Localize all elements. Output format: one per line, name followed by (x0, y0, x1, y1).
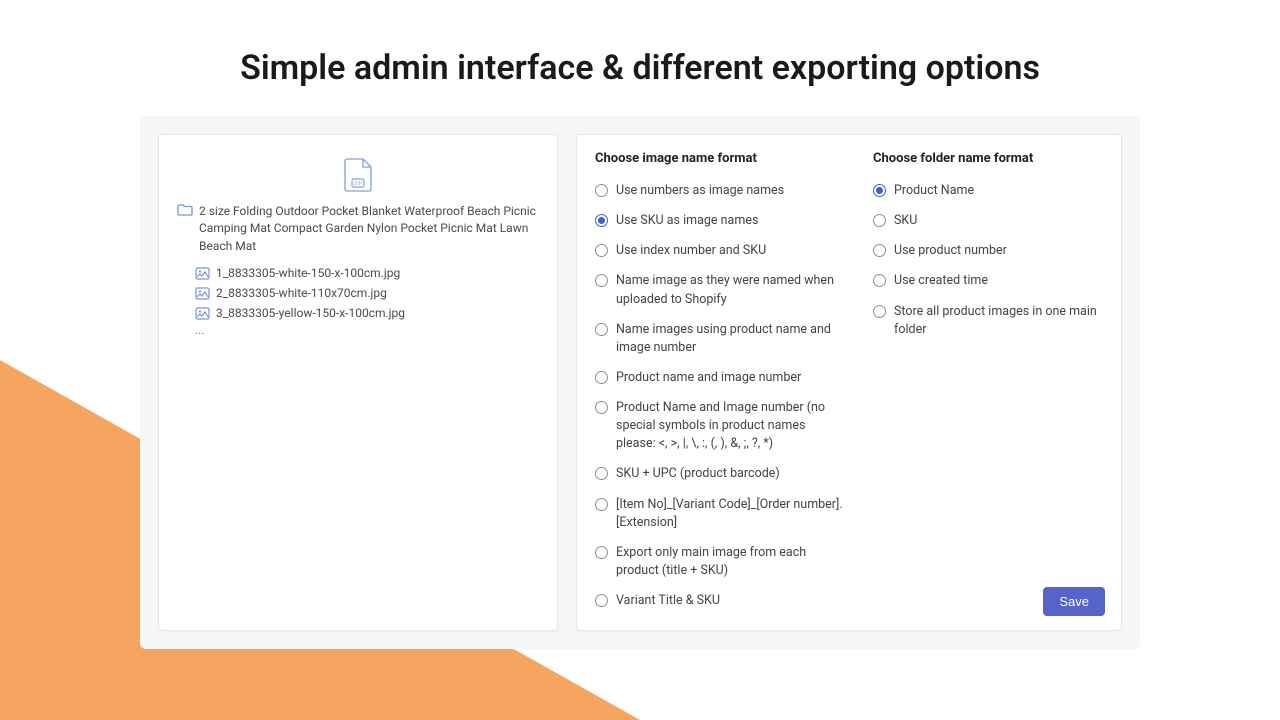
radio-label: Product Name and Image number (no specia… (616, 399, 847, 453)
radio-indicator (873, 274, 886, 287)
image-format-column: Choose image name format Use numbers as … (595, 151, 847, 616)
folder-format-heading: Choose folder name format (873, 151, 1103, 166)
radio-label: Product name and image number (616, 369, 801, 387)
file-list: 1_8833305-white-150-x-100cm.jpg 2_8833305… (195, 263, 539, 323)
radio-option[interactable]: Use SKU as image names (595, 206, 847, 236)
radio-option[interactable]: SKU + UPC (product barcode) (595, 459, 847, 489)
radio-option[interactable]: Use product number (873, 236, 1103, 266)
radio-option[interactable]: Product Name and Image number (no specia… (595, 393, 847, 459)
folder-format-column: Choose folder name format Product Name SK… (873, 151, 1103, 616)
radio-label: SKU (894, 212, 917, 230)
radio-label: Use created time (894, 272, 988, 290)
image-format-heading: Choose image name format (595, 151, 847, 166)
radio-indicator (873, 214, 886, 227)
image-icon (195, 287, 210, 300)
options-card: Choose image name format Use numbers as … (576, 134, 1122, 631)
radio-option[interactable]: SKU (873, 206, 1103, 236)
radio-indicator (595, 594, 608, 607)
radio-label: Name image as they were named when uploa… (616, 272, 847, 308)
folder-row: 2 size Folding Outdoor Pocket Blanket Wa… (177, 203, 539, 255)
folder-icon (177, 203, 193, 216)
file-ellipsis: ... (195, 323, 539, 337)
radio-indicator (595, 274, 608, 287)
radio-label: Export only main image from each product… (616, 544, 847, 580)
file-row: 2_8833305-white-110x70cm.jpg (195, 283, 539, 303)
radio-option[interactable]: Use created time (873, 266, 1103, 296)
radio-indicator (873, 305, 886, 318)
radio-indicator (595, 401, 608, 414)
svg-text:ZIP: ZIP (354, 181, 363, 187)
radio-label: SKU + UPC (product barcode) (616, 465, 780, 483)
radio-option[interactable]: [Item No]_[Variant Code]_[Order number].… (595, 490, 847, 538)
image-icon (195, 267, 210, 280)
app-card-area: ZIP 2 size Folding Outdoor Pocket Blanke… (140, 116, 1140, 649)
radio-option[interactable]: Export only main image from each product… (595, 538, 847, 586)
file-name: 1_8833305-white-150-x-100cm.jpg (216, 266, 400, 280)
radio-option[interactable]: Name image as they were named when uploa… (595, 266, 847, 314)
radio-indicator (595, 546, 608, 559)
folder-format-options: Product Name SKU Use product number Use cre… (873, 176, 1103, 345)
file-name: 2_8833305-white-110x70cm.jpg (216, 286, 387, 300)
zip-icon: ZIP (177, 157, 539, 193)
file-row: 3_8833305-yellow-150-x-100cm.jpg (195, 303, 539, 323)
radio-option[interactable]: Product name and image number (595, 363, 847, 393)
file-row: 1_8833305-white-150-x-100cm.jpg (195, 263, 539, 283)
radio-indicator (595, 467, 608, 480)
radio-indicator (873, 184, 886, 197)
radio-label: Use index number and SKU (616, 242, 766, 260)
save-button[interactable]: Save (1043, 587, 1105, 616)
radio-indicator (595, 184, 608, 197)
radio-label: Use SKU as image names (616, 212, 758, 230)
radio-label: Name images using product name and image… (616, 321, 847, 357)
radio-option[interactable]: Use numbers as image names (595, 176, 847, 206)
file-name: 3_8833305-yellow-150-x-100cm.jpg (216, 306, 405, 320)
radio-option[interactable]: Use index number and SKU (595, 236, 847, 266)
image-icon (195, 307, 210, 320)
radio-label: Store all product images in one main fol… (894, 303, 1103, 339)
radio-indicator (595, 323, 608, 336)
radio-label: Use product number (894, 242, 1007, 260)
radio-indicator (873, 244, 886, 257)
radio-label: Variant Title & SKU (616, 592, 720, 610)
radio-indicator (595, 498, 608, 511)
radio-indicator (595, 214, 608, 227)
radio-indicator (595, 244, 608, 257)
radio-option[interactable]: Variant Title & SKU (595, 586, 847, 616)
folder-name: 2 size Folding Outdoor Pocket Blanket Wa… (199, 203, 539, 255)
radio-label: Use numbers as image names (616, 182, 784, 200)
radio-label: [Item No]_[Variant Code]_[Order number].… (616, 496, 847, 532)
page-title: Simple admin interface & different expor… (0, 0, 1280, 88)
radio-option[interactable]: Name images using product name and image… (595, 315, 847, 363)
radio-option[interactable]: Store all product images in one main fol… (873, 297, 1103, 345)
radio-indicator (595, 371, 608, 384)
radio-label: Product Name (894, 182, 974, 200)
radio-option[interactable]: Product Name (873, 176, 1103, 206)
preview-card: ZIP 2 size Folding Outdoor Pocket Blanke… (158, 134, 558, 631)
image-format-options: Use numbers as image names Use SKU as ima… (595, 176, 847, 616)
